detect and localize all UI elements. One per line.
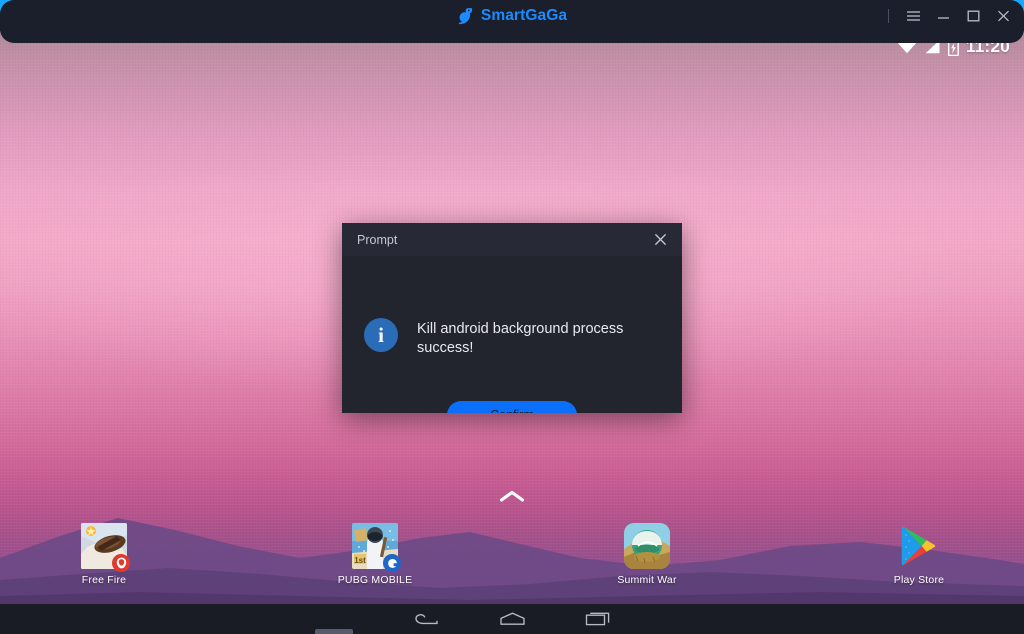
back-arrow-icon (415, 613, 438, 624)
window-controls (888, 0, 1018, 31)
close-icon (654, 233, 666, 246)
app-title: SmartGaGa (480, 6, 568, 24)
info-glyph: i (378, 322, 384, 347)
maximize-icon (967, 10, 979, 21)
recent-apps-icon (585, 612, 610, 626)
app-label: PUBG MOBILE (337, 574, 413, 586)
garena-logo-icon (116, 557, 126, 569)
hamburger-icon (906, 10, 920, 21)
dialog-content-row: i Kill android background process succes… (364, 318, 642, 357)
app-label: Play Store (893, 574, 945, 586)
close-icon (997, 10, 1009, 21)
summit-war-icon (624, 523, 670, 569)
confirm-button[interactable]: Confirm (447, 401, 577, 413)
info-circle-icon: i (364, 318, 398, 352)
app-branding: SmartGaGa (457, 7, 567, 25)
app-icon-pubg-mobile[interactable]: 1st PUBG MOBILE (321, 523, 429, 586)
dialog-title: Prompt (357, 232, 398, 247)
maximize-button[interactable] (958, 0, 988, 31)
swan-icon (458, 7, 473, 24)
free-fire-icon (81, 523, 130, 572)
home-button[interactable] (484, 604, 540, 634)
pubg-mobile-icon: 1st (352, 523, 401, 572)
app-label: Summit War (617, 574, 677, 586)
tencent-badge (383, 554, 401, 572)
taskbar-item-stub[interactable] (315, 629, 353, 634)
play-store-icon (896, 523, 942, 569)
dialog-body: i Kill android background process succes… (342, 256, 682, 413)
app-icon-summit-war[interactable]: Summit War (593, 523, 701, 586)
back-button[interactable] (398, 604, 454, 634)
app-icon-free-fire[interactable]: Free Fire (50, 523, 158, 586)
app-icon-play-store[interactable]: Play Store (865, 523, 973, 586)
app-label: Free Fire (81, 574, 127, 586)
app-drawer-handle[interactable] (492, 483, 532, 509)
recents-button[interactable] (570, 604, 626, 634)
prompt-dialog: Prompt i Kill android background process… (342, 223, 682, 413)
window-title-bar: SmartGaGa (0, 0, 1024, 43)
minimize-icon (937, 16, 949, 19)
dialog-title-bar: Prompt (342, 223, 682, 256)
tencent-logo-icon (387, 558, 397, 568)
menu-button[interactable] (898, 0, 928, 31)
play-store-artwork (901, 526, 936, 566)
smartgaga-window: SmartGaGa 11:20 Free Fire 1st PUBG MOBIL… (0, 0, 1024, 634)
dialog-message: Kill android background process success! (417, 321, 624, 356)
summit-war-artwork (624, 523, 670, 569)
home-screen-icons: Free Fire 1st PUBG MOBILE Summit War Pla… (0, 523, 1024, 603)
garena-badge (112, 554, 130, 572)
chevron-up-icon (499, 490, 525, 502)
svg-text:1st: 1st (354, 556, 366, 565)
dialog-close-button[interactable] (648, 228, 672, 252)
close-button[interactable] (988, 0, 1018, 31)
home-icon (499, 612, 525, 625)
android-nav-bar (0, 604, 1024, 634)
controls-divider (888, 8, 889, 23)
minimize-button[interactable] (928, 0, 958, 31)
